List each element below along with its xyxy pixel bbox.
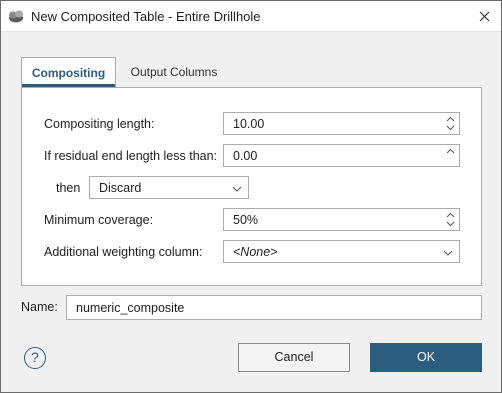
minimum-coverage-label: Minimum coverage: — [44, 213, 154, 227]
cancel-button[interactable]: Cancel — [238, 343, 350, 372]
weighting-column-value: <None> — [233, 245, 278, 259]
name-label: Name: — [21, 300, 58, 314]
spinner-arrows-icon[interactable] — [445, 115, 456, 132]
title-bar: New Composited Table - Entire Drillhole — [1, 1, 501, 32]
close-icon[interactable] — [473, 5, 495, 27]
compositing-length-value: 10.00 — [233, 117, 265, 131]
then-value: Discard — [99, 181, 142, 195]
name-input[interactable] — [67, 296, 481, 319]
spinner-up-icon[interactable] — [445, 147, 456, 164]
dialog-window: New Composited Table - Entire Drillhole … — [0, 0, 502, 393]
app-icon — [8, 9, 25, 23]
then-select[interactable]: Discard — [89, 176, 249, 199]
compositing-panel: Compositing length: 10.00 If residual en… — [21, 87, 482, 286]
spinner-arrows-icon[interactable] — [445, 211, 456, 228]
residual-length-value: 0.00 — [233, 149, 258, 163]
residual-length-stepper[interactable]: 0.00 — [223, 144, 460, 167]
then-label: then — [56, 181, 81, 195]
tab-output-columns[interactable]: Output Columns — [122, 57, 226, 87]
weighting-column-select[interactable]: <None> — [223, 240, 460, 263]
weighting-column-label: Additional weighting column: — [44, 245, 203, 259]
chevron-down-icon — [443, 247, 453, 257]
chevron-down-icon — [232, 183, 242, 193]
minimum-coverage-value: 50% — [233, 213, 259, 227]
help-icon[interactable]: ? — [24, 347, 46, 369]
window-title: New Composited Table - Entire Drillhole — [31, 9, 261, 24]
minimum-coverage-stepper[interactable]: 50% — [223, 208, 460, 231]
residual-length-label: If residual end length less than: — [44, 149, 218, 163]
compositing-length-label: Compositing length: — [44, 117, 155, 131]
ok-button[interactable]: OK — [370, 343, 482, 372]
compositing-length-stepper[interactable]: 10.00 — [223, 112, 460, 135]
tab-compositing[interactable]: Compositing — [21, 57, 116, 87]
name-field[interactable] — [66, 295, 482, 320]
